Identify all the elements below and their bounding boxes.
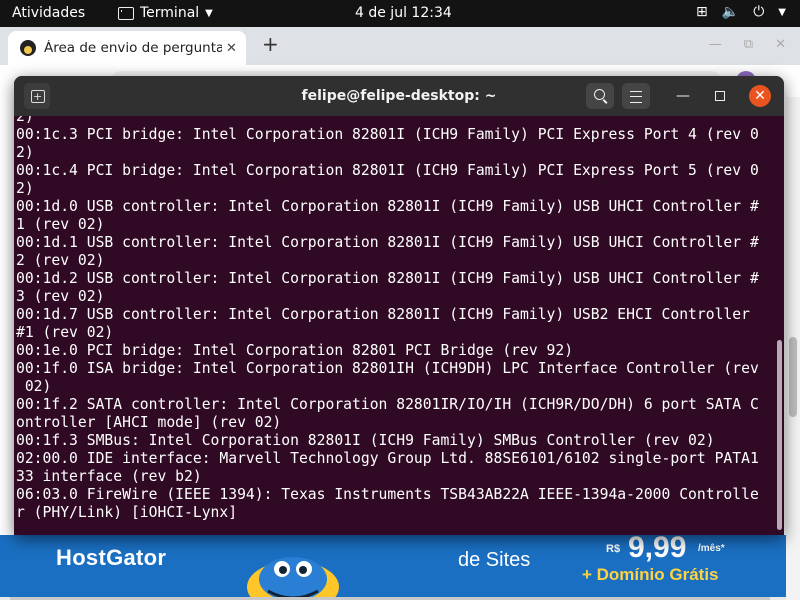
terminal-scrollbar[interactable] [777, 340, 782, 530]
tab-close-button[interactable]: ✕ [226, 41, 237, 56]
terminal-line: #1 (rev 02) [16, 324, 114, 341]
terminal-output[interactable]: 2) 00:1c.3 PCI bridge: Intel Corporation … [14, 116, 772, 535]
terminal-window[interactable]: + felipe@felipe-desktop: ~ — ✕ 2) 00:1c.3… [14, 76, 784, 535]
browser-tab-strip: Área de envio de pergunta ✕ + — ⧉ ✕ [0, 27, 800, 65]
clock[interactable]: 4 de jul 12:34 [355, 5, 452, 21]
power-icon: ⏻ [753, 4, 765, 20]
terminal-line: 02) [16, 378, 52, 395]
close-icon[interactable]: ✕ [775, 37, 786, 52]
terminal-line: 00:1f.2 SATA controller: Intel Corporati… [16, 396, 759, 413]
terminal-title: felipe@felipe-desktop: ~ [301, 88, 497, 104]
terminal-line: 2) [16, 144, 34, 161]
caret-down-icon: ▼ [205, 7, 213, 19]
ad-price-amount: 9,99 [628, 535, 687, 564]
ad-price-period: /mês* [698, 543, 725, 554]
system-tray[interactable]: ⊞ 🔈 ⏻ ▼ [696, 4, 786, 20]
gator-mascot-icon [247, 557, 339, 597]
terminal-line: 02:00.0 IDE interface: Marvell Technolog… [16, 450, 759, 467]
close-button[interactable]: ✕ [749, 85, 771, 107]
volume-icon: 🔈 [721, 4, 740, 20]
app-menu-label: Terminal [140, 5, 200, 21]
page-scrollbar-thumb[interactable] [789, 337, 797, 417]
app-menu-terminal[interactable]: Terminal ▼ [118, 5, 213, 21]
browser-window-controls: — ⧉ ✕ [709, 37, 786, 52]
network-icon: ⊞ [696, 4, 708, 20]
terminal-line: 00:1e.0 PCI bridge: Intel Corporation 82… [16, 342, 574, 359]
linux-penguin-favicon-icon [20, 40, 36, 56]
hostgator-ad-banner[interactable]: HostGator de Sites R$ 9,99 /mês* + Domín… [0, 535, 786, 597]
terminal-line: 1 (rev 02) [16, 216, 105, 233]
terminal-line: 2 (rev 02) [16, 252, 105, 269]
terminal-line: 33 interface (rev b2) [16, 468, 202, 485]
activities-button[interactable]: Atividades [12, 5, 85, 21]
maximize-button[interactable] [715, 91, 725, 101]
minimize-button[interactable]: — [674, 87, 692, 105]
terminal-line: 06:03.0 FireWire (IEEE 1394): Texas Inst… [16, 486, 759, 503]
terminal-line: 00:1c.3 PCI bridge: Intel Corporation 82… [16, 126, 759, 143]
caret-down-icon: ▼ [778, 7, 786, 18]
terminal-search-button[interactable] [586, 83, 614, 109]
minimize-icon[interactable]: — [709, 37, 722, 52]
terminal-line: r (PHY/Link) [iOHCI-Lynx] [16, 504, 238, 521]
gnome-top-bar: Atividades Terminal ▼ 4 de jul 12:34 ⊞ 🔈… [0, 0, 800, 27]
terminal-line: 00:1d.0 USB controller: Intel Corporatio… [16, 198, 759, 215]
search-icon [594, 89, 605, 100]
terminal-line: 00:1f.0 ISA bridge: Intel Corporation 82… [16, 360, 759, 377]
terminal-menu-button[interactable] [622, 83, 650, 109]
terminal-line: 2) [16, 180, 34, 197]
terminal-lines: 2) 00:1c.3 PCI bridge: Intel Corporation … [16, 116, 759, 522]
terminal-line: 00:1c.4 PCI bridge: Intel Corporation 82… [16, 162, 759, 179]
ad-tagline: de Sites [458, 549, 531, 571]
new-tab-button[interactable]: + [262, 32, 279, 56]
terminal-line: 00:1d.1 USB controller: Intel Corporatio… [16, 234, 759, 251]
terminal-line: 2) [16, 116, 34, 125]
ad-domain-offer: + Domínio Grátis [582, 565, 719, 584]
terminal-line: 00:1f.3 SMBus: Intel Corporation 82801I … [16, 432, 715, 449]
hamburger-menu-icon [630, 91, 642, 103]
terminal-line: 00:1d.2 USB controller: Intel Corporatio… [16, 270, 759, 287]
terminal-app-icon [118, 6, 134, 20]
browser-tab[interactable]: Área de envio de pergunta ✕ [8, 31, 246, 65]
terminal-line: 00:1d.7 USB controller: Intel Corporatio… [16, 306, 750, 323]
terminal-line: 3 (rev 02) [16, 288, 105, 305]
terminal-line: ontroller [AHCI mode] (rev 02) [16, 414, 282, 431]
tab-title: Área de envio de pergunta [44, 40, 222, 56]
maximize-icon[interactable]: ⧉ [744, 37, 753, 52]
ad-brand: HostGator [56, 545, 167, 570]
terminal-header-bar[interactable]: + felipe@felipe-desktop: ~ — ✕ [14, 76, 784, 116]
ad-currency: R$ [606, 543, 621, 555]
